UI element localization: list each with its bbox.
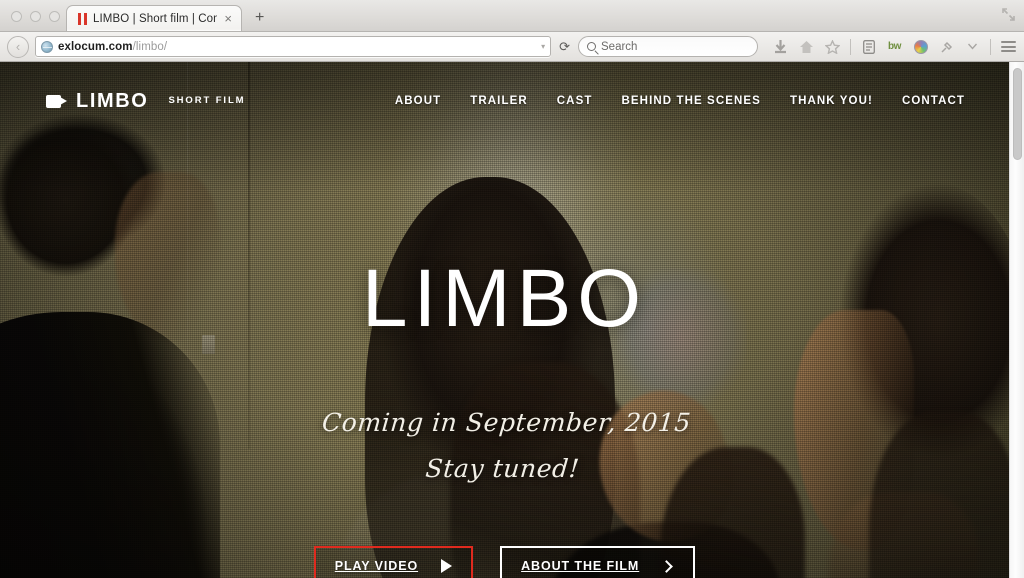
main-navigation: ABOUT TRAILER CAST BEHIND THE SCENES THA…	[395, 95, 965, 107]
scrollbar-thumb[interactable]	[1013, 68, 1022, 160]
hero-section: LIMBO SHORT FILM ABOUT TRAILER CAST BEHI…	[0, 62, 1009, 578]
video-camera-icon	[46, 94, 67, 108]
search-placeholder: Search	[601, 40, 638, 53]
divider	[850, 38, 851, 55]
minimize-window-button[interactable]	[30, 11, 41, 22]
search-input[interactable]: Search	[578, 36, 758, 57]
site-identity-globe-icon	[41, 40, 53, 53]
star-bookmark-icon[interactable]	[824, 38, 841, 55]
reader-list-icon[interactable]	[860, 38, 877, 55]
url-domain: exlocum.com	[58, 40, 133, 53]
page-viewport: LIMBO SHORT FILM ABOUT TRAILER CAST BEHI…	[0, 62, 1024, 578]
site-logo[interactable]: LIMBO SHORT FILM	[46, 91, 246, 111]
maximize-window-button[interactable]	[49, 11, 60, 22]
download-icon[interactable]	[772, 38, 789, 55]
page-title: LIMBO	[361, 253, 648, 344]
close-window-button[interactable]	[11, 11, 22, 22]
nav-item-about[interactable]: ABOUT	[395, 95, 441, 107]
tab-strip: LIMBO | Short film | Comi... × +	[0, 0, 1024, 32]
url-text: exlocum.com/limbo/	[58, 41, 167, 53]
chevron-down-icon[interactable]: ▾	[541, 42, 545, 51]
url-path: /limbo/	[132, 40, 168, 53]
nav-item-contact[interactable]: CONTACT	[902, 95, 965, 107]
nav-item-cast[interactable]: CAST	[557, 95, 593, 107]
window-controls	[0, 11, 60, 31]
hamburger-menu-icon[interactable]	[1000, 38, 1017, 55]
bw-extension-icon[interactable]: bw	[886, 38, 903, 55]
toolbar-icons: bw	[764, 38, 1017, 55]
logo-subtitle: SHORT FILM	[168, 95, 246, 107]
plugin-extension-icon[interactable]	[938, 38, 955, 55]
nav-item-trailer[interactable]: TRAILER	[470, 95, 528, 107]
nav-item-thank-you[interactable]: THANK YOU!	[790, 95, 873, 107]
chevron-down-icon[interactable]	[964, 38, 981, 55]
nav-item-behind-the-scenes[interactable]: BEHIND THE SCENES	[621, 95, 760, 107]
pause-bars-favicon-icon	[78, 12, 87, 25]
expand-icon[interactable]	[1001, 7, 1016, 22]
back-button[interactable]: ‹	[7, 35, 29, 58]
hero-tagline: Coming in September, 2015 Stay tuned!	[316, 400, 693, 493]
colorwheel-extension-icon[interactable]	[912, 38, 929, 55]
browser-window: LIMBO | Short film | Comi... × + ‹ exloc…	[0, 0, 1024, 578]
tagline-line-1: Coming in September, 2015	[320, 408, 693, 437]
browser-tab[interactable]: LIMBO | Short film | Comi... ×	[66, 5, 242, 31]
divider	[990, 38, 991, 55]
tab-title: LIMBO | Short film | Comi...	[93, 12, 217, 25]
page-scrollbar[interactable]	[1009, 62, 1024, 578]
logo-name: LIMBO	[76, 90, 149, 112]
close-icon[interactable]: ×	[223, 12, 233, 25]
address-bar[interactable]: exlocum.com/limbo/ ▾	[35, 36, 552, 57]
reload-icon[interactable]: ⟳	[557, 39, 572, 55]
tagline-line-2: Stay tuned!	[424, 454, 581, 484]
search-icon	[587, 42, 596, 51]
new-tab-button[interactable]: +	[249, 10, 270, 26]
home-icon[interactable]	[798, 38, 815, 55]
site-header: LIMBO SHORT FILM ABOUT TRAILER CAST BEHI…	[0, 62, 1009, 140]
browser-toolbar: ‹ exlocum.com/limbo/ ▾ ⟳ Search bw	[0, 32, 1024, 62]
